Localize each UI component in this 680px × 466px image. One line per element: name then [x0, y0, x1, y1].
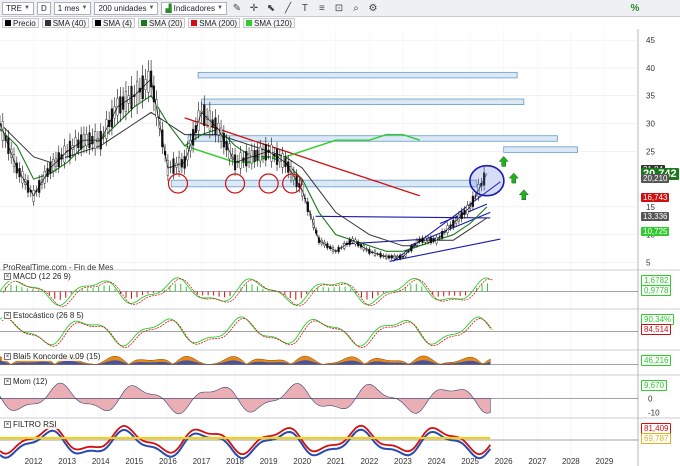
close-icon[interactable]: ×	[4, 353, 11, 360]
panel-value-tag: 0,9778	[641, 285, 672, 296]
panel-title[interactable]: × FILTRO RSI	[2, 420, 59, 429]
year-label: 2014	[92, 457, 110, 466]
year-label: 2024	[428, 457, 446, 466]
year-label: 2027	[528, 457, 546, 466]
price-tick-label: 25	[646, 147, 655, 156]
year-label: 2029	[596, 457, 614, 466]
panel-title[interactable]: × MACD (12 26 9)	[2, 272, 73, 281]
panel-tick-label: 0	[648, 395, 653, 404]
price-tag: 10,725	[641, 226, 670, 236]
year-label: 2020	[293, 457, 311, 466]
provider-label: ProRealTime.com - Fin de Mes	[3, 263, 114, 272]
panel-title[interactable]: × Blai5 Koncorde v.09 (15)	[2, 352, 103, 361]
price-tick-label: 30	[646, 119, 655, 128]
close-icon[interactable]: ×	[4, 421, 11, 428]
price-tag: 13,336	[641, 212, 670, 222]
year-label: 2019	[260, 457, 278, 466]
price-tick-label: 40	[646, 64, 655, 73]
breakout-circle	[469, 164, 505, 197]
year-label: 2016	[159, 457, 177, 466]
resistance-box	[197, 71, 518, 79]
support-band	[170, 179, 478, 188]
resistance-box	[201, 98, 525, 105]
year-label: 2012	[25, 457, 43, 466]
trading-app: TRE ▼ D 1 mes ▼ 200 unidades ▼ ▟ Indicadore…	[0, 0, 680, 466]
panel-value-tag: 84,514	[641, 324, 672, 335]
year-label: 2022	[360, 457, 378, 466]
panel-title-text: FILTRO RSI	[13, 420, 57, 429]
year-label: 2028	[562, 457, 580, 466]
price-tick-label: 5	[646, 258, 651, 267]
year-label: 2017	[193, 457, 211, 466]
year-label: 2021	[327, 457, 345, 466]
year-label: 2015	[125, 457, 143, 466]
panel-title-text: Mom (12)	[13, 377, 48, 386]
panel-title-text: Estocástico (26 8 5)	[13, 311, 84, 320]
price-tag: 20,210	[641, 173, 670, 183]
price-tick-label: 45	[646, 36, 655, 45]
panel-title[interactable]: × Mom (12)	[2, 377, 50, 386]
panel-value-tag: 69,787	[641, 433, 672, 444]
price-tick-label: 35	[646, 92, 655, 101]
close-icon[interactable]: ×	[4, 378, 11, 385]
panel-title[interactable]: × Estocástico (26 8 5)	[2, 311, 86, 320]
price-tag: 16,743	[641, 193, 670, 203]
panel-title-text: MACD (12 26 9)	[13, 272, 71, 281]
panel-tick-label: -10	[648, 409, 660, 418]
close-icon[interactable]: ×	[4, 273, 11, 280]
chart-canvas[interactable]: 4540353025151052012201320142015201620172…	[0, 0, 680, 466]
panel-value-tag: 46,216	[641, 355, 672, 366]
year-label: 2026	[495, 457, 513, 466]
resistance-box	[503, 146, 578, 153]
price-tick-label: 15	[646, 203, 655, 212]
close-icon[interactable]: ×	[4, 312, 11, 319]
panel-title-text: Blai5 Koncorde v.09 (15)	[13, 352, 101, 361]
year-label: 2013	[58, 457, 76, 466]
year-label: 2023	[394, 457, 412, 466]
panel-value-tag: 9,670	[641, 380, 668, 391]
